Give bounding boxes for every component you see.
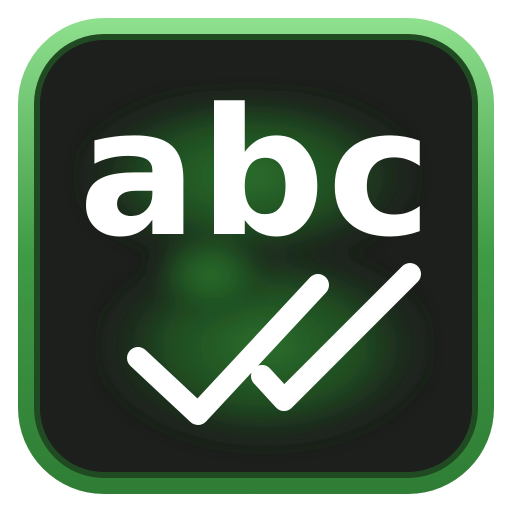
app-icon-graphic: abc [18, 18, 494, 494]
icon-label-text: abc [78, 71, 433, 276]
app-icon: abc [0, 0, 512, 512]
